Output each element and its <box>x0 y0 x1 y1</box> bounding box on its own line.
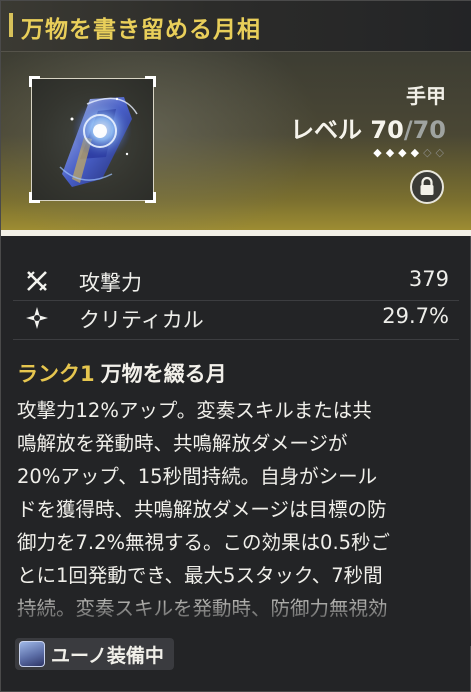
rank-name: 万物を綴る月 <box>100 362 227 386</box>
stat-divider <box>13 339 459 340</box>
level-separator: / <box>403 116 413 144</box>
item-hero-panel: 手甲 レベル 70/70 ◆◆◆◆◇◇ <box>1 52 471 236</box>
crit-star-icon <box>26 307 48 329</box>
item-image-frame <box>29 76 156 203</box>
title-bar: 万物を書き留める月相 <box>1 1 471 52</box>
rarity-stars: ◆◆◆◆◇◇ <box>373 146 448 159</box>
rank-heading: ランク1 万物を綴る月 <box>17 358 227 388</box>
lock-button[interactable] <box>410 170 444 204</box>
equipped-badge[interactable]: ユーノ装備中 <box>15 638 174 670</box>
scroll-fade <box>1 586 471 646</box>
level-current: 70 <box>370 116 404 144</box>
lock-icon <box>420 176 434 195</box>
gauntlet-image <box>59 97 138 187</box>
item-slot-label: 手甲 <box>406 84 446 108</box>
level-max: 70 <box>412 116 446 144</box>
hero-bottom-divider <box>1 230 471 236</box>
stat-name: 攻撃力 <box>79 271 142 295</box>
stat-row-crit: クリティカル 29.7% <box>17 303 455 333</box>
rank-tag: ランク1 <box>17 362 95 386</box>
item-title: 万物を書き留める月相 <box>21 17 261 43</box>
equipped-label: ユーノ装備中 <box>51 644 164 667</box>
stat-divider <box>13 300 459 301</box>
stat-row-attack: 攻撃力 379 <box>17 266 455 296</box>
empty-diamond-icons: ◇◇ <box>423 146 448 159</box>
crossed-swords-icon <box>27 271 47 291</box>
title-accent-bar <box>9 13 13 37</box>
item-level: レベル 70/70 <box>290 110 446 145</box>
filled-diamond-icons: ◆◆◆◆ <box>373 146 424 159</box>
avatar <box>19 641 45 667</box>
stat-name: クリティカル <box>79 308 204 332</box>
stat-value: 379 <box>408 267 449 291</box>
stat-value: 29.7% <box>382 304 449 328</box>
level-prefix: レベル <box>290 116 371 144</box>
weapon-detail-card: 万物を書き留める月相 手甲 レベル 70/70 ◆◆◆◆◇◇ 攻撃力 379 ク… <box>0 0 471 692</box>
